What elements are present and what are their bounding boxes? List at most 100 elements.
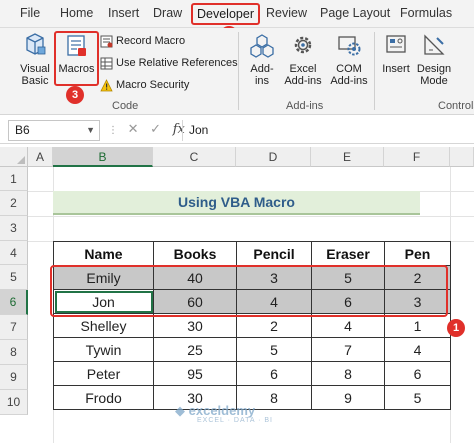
column-header-e[interactable]: E (311, 147, 384, 167)
name-box-value: B6 (15, 123, 30, 137)
cell-f8[interactable]: 4 (384, 337, 451, 362)
relative-references-label: Use Relative References (116, 57, 238, 69)
design-mode-icon (416, 32, 452, 61)
cell-d8[interactable]: 5 (236, 337, 312, 362)
table-row: Tywin 25 5 7 4 (53, 337, 451, 362)
ribbon: Visual Basic Macros 3 Record Macro Use R… (0, 28, 474, 115)
insert-control-label: Insert (382, 63, 410, 75)
formula-bar: B6 ▼ ⋮ ✕ ✓ fx Jon (0, 117, 474, 144)
cancel-icon[interactable]: ✕ (128, 121, 139, 136)
toolbox-icon (380, 32, 412, 61)
column-header-a[interactable]: A (28, 147, 53, 167)
cell-c9[interactable]: 95 (153, 361, 237, 386)
addins-group-label: Add-ins (286, 100, 324, 112)
warning-icon (100, 78, 113, 92)
chevron-down-icon[interactable]: ▼ (86, 121, 95, 140)
cell-b7[interactable]: Shelley (53, 313, 154, 338)
design-mode-button[interactable]: Design Mode (416, 32, 452, 87)
com-addins-button[interactable]: COM Add-ins (328, 32, 370, 87)
row-header-5[interactable]: 5 (0, 265, 28, 290)
visual-basic-icon (18, 32, 52, 61)
tab-page-layout[interactable]: Page Layout (320, 6, 390, 20)
visual-basic-label: Visual Basic (20, 63, 50, 87)
macros-button[interactable]: Macros (56, 34, 97, 75)
macro-security-button[interactable]: Macro Security (100, 77, 189, 93)
cell-b8[interactable]: Tywin (53, 337, 154, 362)
table-row: Peter 95 6 8 6 (53, 361, 451, 386)
cell-e8[interactable]: 7 (311, 337, 385, 362)
table-row: Shelley 30 2 4 1 (53, 313, 451, 338)
cell-c8[interactable]: 25 (153, 337, 237, 362)
group-separator (238, 32, 239, 110)
formula-controls: ⋮ ✕ ✓ fx (108, 121, 185, 137)
cell-c7[interactable]: 30 (153, 313, 237, 338)
com-addins-icon (328, 32, 370, 61)
formula-input[interactable]: Jon (182, 120, 472, 141)
excel-addins-button[interactable]: Excel Add-ins (283, 32, 323, 87)
insert-control-button[interactable]: Insert (380, 32, 412, 75)
row-header-1[interactable]: 1 (0, 167, 28, 191)
watermark-tagline: EXCEL · DATA · BI (197, 417, 273, 424)
table-header-row: Name Books Pencil Eraser Pen (53, 241, 451, 266)
cell-f10[interactable]: 5 (384, 385, 451, 410)
macro-security-label: Macro Security (116, 79, 190, 91)
group-separator (374, 32, 375, 110)
select-all-corner[interactable] (0, 147, 28, 167)
row-header-8[interactable]: 8 (0, 340, 28, 365)
tab-developer[interactable]: Developer (191, 3, 260, 25)
column-header-c[interactable]: C (153, 147, 236, 167)
column-pencil-header[interactable]: Pencil (236, 241, 312, 266)
sheet-title[interactable]: Using VBA Macro (53, 191, 420, 215)
record-macro-button[interactable]: Record Macro (100, 33, 185, 49)
column-pen-header[interactable]: Pen (384, 241, 451, 266)
column-header-g[interactable] (450, 147, 474, 167)
cell-e9[interactable]: 8 (311, 361, 385, 386)
watermark-name: exceldemy (188, 403, 256, 418)
row-header-9[interactable]: 9 (0, 365, 28, 390)
visual-basic-button[interactable]: Visual Basic (18, 32, 52, 87)
addins-icon (247, 32, 277, 61)
tab-review[interactable]: Review (266, 6, 307, 20)
tab-formulas[interactable]: Formulas (400, 6, 452, 20)
record-macro-icon (100, 35, 113, 48)
row-header-3[interactable]: 3 (0, 216, 28, 241)
tab-insert[interactable]: Insert (108, 6, 139, 20)
row-header-10[interactable]: 10 (0, 390, 28, 415)
row-header-2[interactable]: 2 (0, 191, 28, 216)
macros-label: Macros (58, 63, 95, 75)
more-icon: ⋮ (108, 125, 118, 136)
cell-f7[interactable]: 1 (384, 313, 451, 338)
excel-addins-label: Excel Add-ins (284, 63, 322, 87)
addins-label: Add-ins (250, 63, 274, 87)
column-eraser-header[interactable]: Eraser (311, 241, 385, 266)
column-books-header[interactable]: Books (153, 241, 237, 266)
relative-references-button[interactable]: Use Relative References (100, 55, 238, 71)
addins-button[interactable]: Add-ins (247, 32, 277, 87)
tab-home[interactable]: Home (60, 6, 93, 20)
relative-references-icon (100, 57, 113, 70)
column-header-b[interactable]: B (53, 147, 153, 167)
enter-icon[interactable]: ✓ (150, 121, 161, 136)
row-header-6[interactable]: 6 (0, 290, 28, 315)
cell-b9[interactable]: Peter (53, 361, 154, 386)
column-header-f[interactable]: F (384, 147, 450, 167)
name-box[interactable]: B6 ▼ (8, 120, 100, 141)
macros-icon (56, 34, 97, 61)
tab-draw[interactable]: Draw (153, 6, 182, 20)
selected-rows-highlight (50, 265, 448, 317)
controls-group-label: Controls (438, 100, 474, 112)
record-macro-label: Record Macro (116, 35, 186, 47)
row-header-7[interactable]: 7 (0, 315, 28, 340)
cell-d9[interactable]: 6 (236, 361, 312, 386)
cell-e7[interactable]: 4 (311, 313, 385, 338)
tab-file[interactable]: File (20, 6, 40, 20)
cell-f9[interactable]: 6 (384, 361, 451, 386)
code-group-label: Code (112, 100, 139, 112)
design-mode-label: Design Mode (416, 63, 452, 87)
column-header-d[interactable]: D (236, 147, 311, 167)
cell-b10[interactable]: Frodo (53, 385, 154, 410)
cell-e10[interactable]: 9 (311, 385, 385, 410)
row-header-4[interactable]: 4 (0, 241, 28, 265)
column-name-header[interactable]: Name (53, 241, 154, 266)
cell-d7[interactable]: 2 (236, 313, 312, 338)
